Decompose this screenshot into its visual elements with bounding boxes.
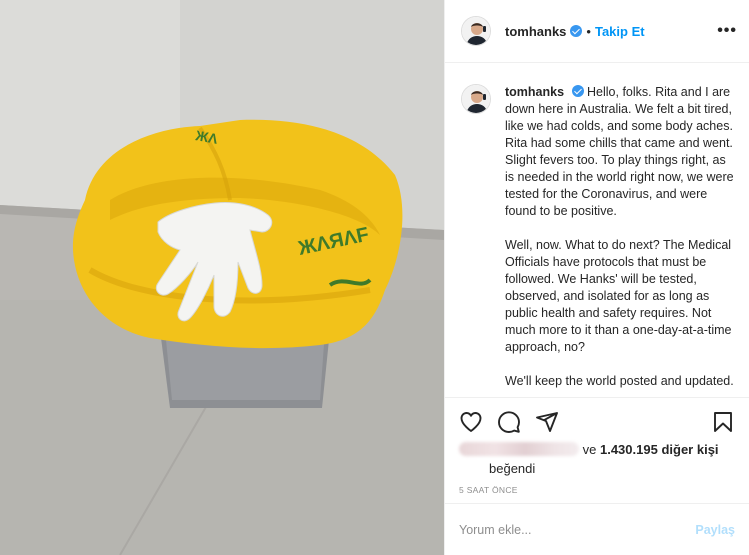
caption-paragraph-3: We'll keep the world posted and updated.	[505, 374, 734, 388]
likes-summary: ve 1.430.195 diğer kişi beğendi	[459, 440, 735, 478]
post-header: tomhanks • Takip Et •••	[445, 0, 749, 63]
caption-paragraph-1: Hello, folks. Rita and I are down here i…	[505, 85, 734, 218]
trash-bin-photo: ЖΛЯΛF ЖΛ	[0, 0, 444, 555]
separator-dot: •	[586, 23, 591, 39]
likes-prefix: ve	[582, 442, 597, 457]
avatar[interactable]	[461, 16, 491, 46]
comment-icon[interactable]	[497, 410, 521, 434]
liked-label: beğendi	[489, 461, 536, 476]
username-link[interactable]: tomhanks	[505, 24, 566, 39]
post-timestamp[interactable]: 5 SAAT ÖNCE	[459, 485, 518, 495]
share-icon[interactable]	[535, 410, 559, 434]
caption-text: tomhanks Hello, folks. Rita and I are do…	[505, 84, 735, 397]
post-comment-button[interactable]: Paylaş	[695, 523, 735, 537]
avatar-image	[462, 17, 490, 45]
likes-count[interactable]: 1.430.195	[600, 442, 658, 457]
blurred-liker-names	[459, 442, 579, 456]
verified-badge-icon	[570, 25, 583, 37]
caption-username[interactable]: tomhanks	[505, 85, 564, 99]
caption-avatar-image	[462, 85, 490, 113]
likes-suffix[interactable]: diğer kişi	[661, 442, 718, 457]
comment-bar: Paylaş	[445, 503, 749, 555]
caption-paragraph-2: Well, now. What to do next? The Medical …	[505, 238, 732, 354]
bookmark-icon[interactable]	[711, 410, 735, 434]
post-panel: tomhanks • Takip Et ••• tomhanks Hello, …	[444, 0, 749, 555]
caption-avatar[interactable]	[461, 84, 491, 114]
more-options-icon[interactable]: •••	[717, 22, 737, 40]
caption-verified-badge-icon	[571, 85, 584, 97]
caption-area: tomhanks Hello, folks. Rita and I are do…	[445, 64, 749, 397]
heart-icon[interactable]	[459, 410, 483, 434]
comment-input[interactable]	[459, 522, 696, 537]
follow-button[interactable]: Takip Et	[595, 24, 645, 39]
post-photo: ЖΛЯΛF ЖΛ	[0, 0, 444, 555]
